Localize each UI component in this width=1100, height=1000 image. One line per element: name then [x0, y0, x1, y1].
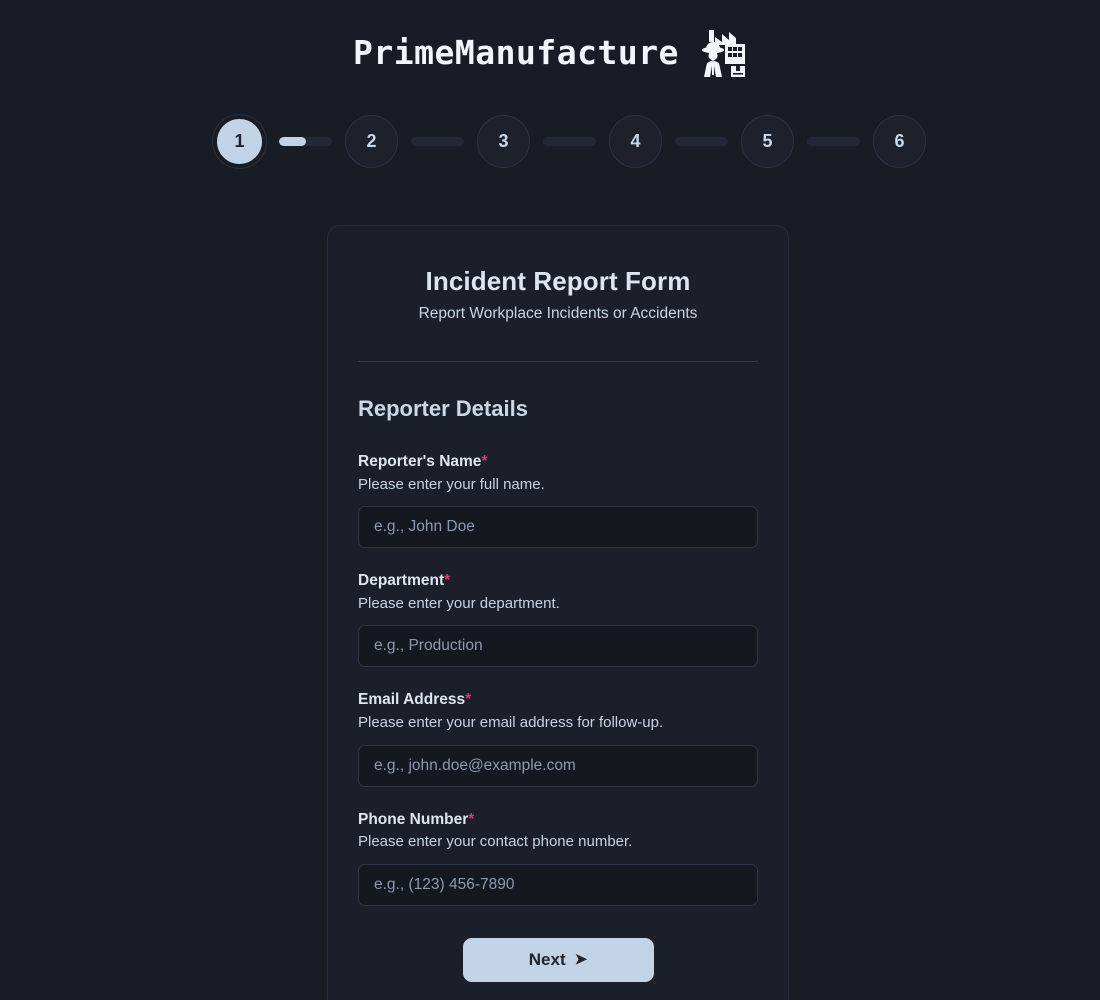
step-connector-4 — [675, 136, 728, 146]
step-indicator-4[interactable]: 4 — [609, 114, 662, 168]
label-text-phone-number: Phone Number — [358, 810, 469, 828]
required-asterisk: * — [481, 453, 488, 470]
step-indicator-3[interactable]: 3 — [477, 114, 530, 168]
department-input[interactable] — [358, 625, 758, 668]
required-asterisk: * — [468, 810, 475, 828]
page-subtitle: Report Workplace Incidents or Accidents — [418, 305, 698, 322]
email-address-input[interactable] — [358, 744, 758, 787]
step-indicator-2[interactable]: 2 — [345, 114, 398, 168]
next-button[interactable]: Next ➤ — [462, 937, 654, 982]
step-number-3: 3 — [498, 130, 509, 151]
step-connector-1-fill — [279, 136, 306, 146]
required-asterisk: * — [444, 572, 451, 590]
help-department: Please enter your department. — [358, 595, 560, 613]
section-title-reporter-details: Reporter Details — [358, 396, 528, 421]
step-number-4: 4 — [630, 130, 641, 151]
label-phone-number: Phone Number* — [358, 810, 758, 831]
step-number-1: 1 — [234, 130, 245, 151]
page-title: Incident Report Form — [425, 266, 691, 296]
step-connector-1 — [279, 136, 332, 146]
field-department: Department* Please enter your department… — [358, 571, 758, 668]
brand-header: PrimeManufacture — [0, 0, 1100, 105]
step-indicator-6[interactable]: 6 — [873, 114, 926, 168]
incident-report-card: Incident Report Form Report Workplace In… — [327, 225, 789, 1000]
label-text-email-address: Email Address — [358, 691, 466, 709]
required-asterisk: * — [465, 691, 472, 709]
step-number-6: 6 — [894, 130, 905, 151]
step-connector-5 — [807, 136, 860, 146]
form-actions: Next ➤ — [358, 937, 758, 982]
step-number-2: 2 — [366, 130, 377, 151]
field-phone-number: Phone Number* Please enter your contact … — [358, 810, 758, 906]
brand-name: PrimeManufacture — [353, 33, 679, 72]
step-connector-3 — [543, 136, 596, 146]
step-indicator-5[interactable]: 5 — [741, 114, 794, 168]
field-reporters-name: Reporter's Name* Please enter your full … — [358, 452, 758, 549]
label-text-reporters-name: Reporter's Name — [358, 453, 482, 470]
progress-stepper: 1 2 3 4 5 6 — [0, 105, 1100, 177]
phone-number-input[interactable] — [358, 863, 758, 906]
header-divider — [358, 361, 758, 362]
reporters-name-input[interactable] — [358, 506, 758, 549]
next-button-label: Next — [528, 949, 566, 969]
help-email-address: Please enter your email address for foll… — [358, 714, 664, 732]
field-email-address: Email Address* Please enter your email a… — [358, 690, 758, 787]
arrow-right-icon: ➤ — [574, 951, 588, 969]
step-indicator-1[interactable]: 1 — [213, 114, 266, 168]
label-reporters-name: Reporter's Name* — [358, 452, 758, 473]
help-reporters-name: Please enter your full name. — [358, 475, 545, 493]
help-phone-number: Please enter your contact phone number. — [358, 833, 633, 851]
factory-worker-icon — [695, 28, 747, 78]
step-number-5: 5 — [762, 130, 773, 151]
label-text-department: Department — [358, 572, 445, 590]
label-email-address: Email Address* — [358, 690, 758, 711]
label-department: Department* — [358, 571, 758, 592]
step-connector-2 — [411, 136, 464, 146]
